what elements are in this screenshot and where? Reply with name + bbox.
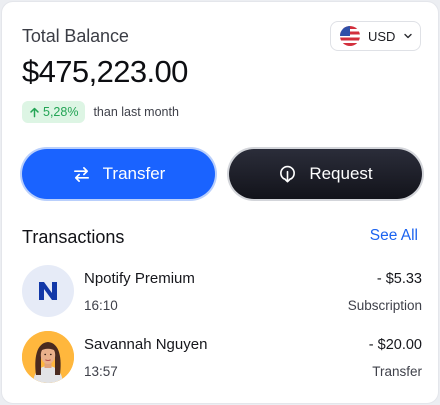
change-percent: 5,28% <box>43 105 79 119</box>
transaction-name: Savannah Nguyen <box>84 336 208 353</box>
transactions-title: Transactions <box>22 227 125 247</box>
transaction-item[interactable]: Npotify Premium 16:10 - $5.33 Subscripti… <box>22 265 422 319</box>
total-balance-label: Total Balance <box>22 26 129 46</box>
transaction-category: Transfer <box>372 364 422 379</box>
transaction-time: 13:57 <box>84 364 118 379</box>
person-avatar <box>22 331 74 383</box>
change-note: than last month <box>93 105 179 119</box>
download-circle-icon <box>280 165 296 183</box>
total-balance-amount: $475,223.00 <box>22 54 188 89</box>
request-button[interactable]: Request <box>229 149 422 199</box>
transaction-amount: - $20.00 <box>368 337 422 353</box>
see-all-link[interactable]: See All <box>370 227 418 245</box>
balance-card: Total Balance $475,223.00 USD 5,28% than… <box>1 1 439 404</box>
transfer-button-label: Transfer <box>102 164 166 183</box>
currency-selector[interactable]: USD <box>330 21 421 51</box>
request-button-label: Request <box>309 164 373 183</box>
chevron-down-icon <box>404 33 413 39</box>
change-badge: 5,28% <box>22 101 86 123</box>
transaction-item[interactable]: Savannah Nguyen 13:57 - $20.00 Transfer <box>22 331 422 385</box>
transfer-arrows-icon <box>73 166 89 182</box>
transaction-amount: - $5.33 <box>376 271 422 287</box>
transaction-time: 16:10 <box>84 298 118 313</box>
transaction-name: Npotify Premium <box>84 270 195 287</box>
transaction-category: Subscription <box>347 298 422 313</box>
balance-change: 5,28% than last month <box>22 101 179 123</box>
us-flag-icon <box>340 26 360 46</box>
arrow-up-icon <box>30 107 39 117</box>
npotify-logo-icon <box>22 265 74 317</box>
currency-code: USD <box>368 28 396 44</box>
transfer-button[interactable]: Transfer <box>22 149 215 199</box>
